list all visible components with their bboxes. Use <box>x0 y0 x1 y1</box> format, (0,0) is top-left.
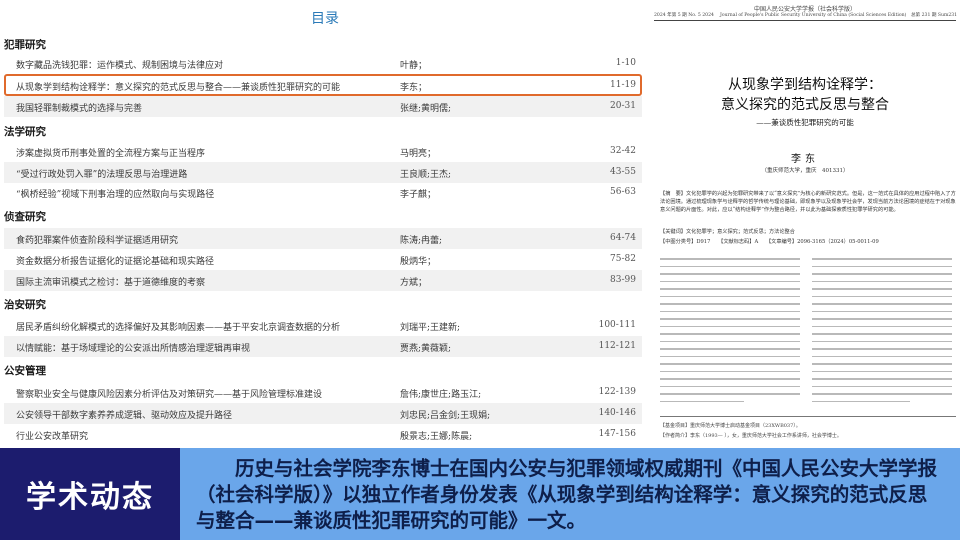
entry-title: 我国轻罪制裁模式的选择与完善 <box>16 104 143 114</box>
entry-pages: 64-74 <box>610 233 636 243</box>
section-heading: 犯罪研究 <box>4 39 46 51</box>
entry-title: “枫桥经验”视域下刑事治理的应然取向与实现路径 <box>16 190 215 200</box>
entry-title: 资金数据分析报告证据化的证据论基础和现实路径 <box>16 257 215 267</box>
toc-title: 目录 <box>311 11 339 27</box>
toc-entry[interactable]: 资金数据分析报告证据化的证据论基础和现实路径 殷炳华； 75-82 <box>4 249 642 270</box>
article-classification: 【中图分类号】D917 【文献标志码】A 【文章编号】2096-3165（202… <box>660 239 879 245</box>
entry-title: 涉案虚拟货币刑事处置的全流程方案与正当程序 <box>16 149 206 159</box>
entry-author: 贾燕;黄薇颖; <box>400 344 452 354</box>
entry-pages: 43-55 <box>610 167 636 177</box>
toc-entry[interactable]: 公安领导干部数字素养养成逻辑、驱动效应及提升路径 刘忠民;吕金剑;王现娟; 14… <box>4 403 642 424</box>
article-title-line-2: 意义探究的范式反思与整合 <box>721 97 889 113</box>
banner-label: 学术动态 <box>0 448 180 540</box>
toc-entry[interactable]: 食药犯罪案件侦查阶段科学证据适用研究 陈涛;冉蕾; 64-74 <box>4 228 642 249</box>
toc-entry[interactable]: “受过行政处罚入罪”的法理反思与治理进路 王良顺;王杰; 43-55 <box>4 162 642 183</box>
toc-entry[interactable]: 以情赋能：基于场域理论的公安派出所情感治理逻辑再审视 贾燕;黄薇颖; 112-1… <box>4 336 642 357</box>
entry-author: 陈涛;冉蕾; <box>400 236 443 246</box>
toc-entry[interactable]: 涉案虚拟货币刑事处置的全流程方案与正当程序 马明亮； 32-42 <box>4 141 642 162</box>
entry-pages: 56-63 <box>610 187 636 197</box>
toc-entry[interactable]: 我国轻罪制裁模式的选择与完善 张继;黄明儒; 20-31 <box>4 96 642 117</box>
entry-pages: 83-99 <box>610 275 636 285</box>
entry-title: 国际主流审讯模式之检讨：基于道德维度的考察 <box>16 278 206 288</box>
toc-entry[interactable]: 居民矛盾纠纷化解模式的选择偏好及其影响因素——基于平安北京调查数据的分析 刘瑞平… <box>4 315 642 336</box>
entry-author: 刘忠民;吕金剑;王现娟; <box>400 411 491 421</box>
entry-pages: 147-156 <box>598 429 636 439</box>
entry-title: 食药犯罪案件侦查阶段科学证据适用研究 <box>16 236 179 246</box>
banner-label-text: 学术动态 <box>26 480 154 515</box>
entry-author: 殷景志;王娜;陈晨; <box>400 432 473 442</box>
entry-author: 詹伟;康世庄;路玉江; <box>400 390 482 400</box>
entry-pages: 100-111 <box>598 320 636 330</box>
banner-description-text: 历史与社会学院李东博士在国内公安与犯罪领域权威期刊《中国人民公安大学学报（社会科… <box>196 457 938 532</box>
entry-pages: 122-139 <box>598 387 636 397</box>
entry-author: 叶静； <box>400 61 428 71</box>
body-text-column-right <box>812 258 952 413</box>
entry-pages: 112-121 <box>598 341 636 351</box>
body-text-column-left <box>660 258 800 413</box>
entry-title: 居民矛盾纠纷化解模式的选择偏好及其影响因素——基于平安北京调查数据的分析 <box>16 323 341 333</box>
entry-title: 行业公安改革研究 <box>16 432 89 442</box>
article-affiliation: （重庆师范大学，重庆 401331） <box>761 168 849 174</box>
toc-entry[interactable]: “枫桥经验”视域下刑事治理的应然取向与实现路径 李子麒； 56-63 <box>4 182 642 203</box>
toc-entry[interactable]: 数字藏品洗钱犯罪：运作模式、规制困境与法律应对 叶静； 1-10 <box>4 53 642 74</box>
article-keywords: 【关键词】文化犯罪学；意义探究；范式反思；方法论整合 <box>660 229 795 235</box>
header-divider <box>654 20 956 21</box>
section-heading: 法学研究 <box>4 126 46 138</box>
section-heading: 公安管理 <box>4 365 46 377</box>
entry-author: 方斌； <box>400 278 428 288</box>
entry-pages: 20-31 <box>610 101 636 111</box>
entry-author: 张继;黄明儒; <box>400 104 452 114</box>
section-heading: 治安研究 <box>4 299 46 311</box>
highlight-box <box>4 74 642 96</box>
article-author: 李东 <box>791 154 819 165</box>
article-title-line-1: 从现象学到结构诠释学： <box>728 77 882 93</box>
entry-author: 王良顺;王杰; <box>400 170 452 180</box>
entry-author: 殷炳华； <box>400 257 437 267</box>
banner-description: 历史与社会学院李东博士在国内公安与犯罪领域权威期刊《中国人民公安大学学报（社会科… <box>180 448 960 540</box>
entry-author: 马明亮； <box>400 149 437 159</box>
toc-entry[interactable]: 国际主流审讯模式之检讨：基于道德维度的考察 方斌； 83-99 <box>4 270 642 291</box>
toc-entry[interactable]: 警察职业安全与健康风险因素分析评估及对策研究——基于风险管理标准建设 詹伟;康世… <box>4 382 642 403</box>
entry-title: 以情赋能：基于场域理论的公安派出所情感治理逻辑再审视 <box>16 344 251 354</box>
article-first-page: 中国人民公安大学学报（社会科学版） 2024 年第 5 期 No. 5 2024… <box>650 0 960 448</box>
toc-entry[interactable]: 行业公安改革研究 殷景志;王娜;陈晨; 147-156 <box>4 424 642 445</box>
footnote-divider <box>660 416 956 417</box>
table-of-contents: 目录 犯罪研究 数字藏品洗钱犯罪：运作模式、规制困境与法律应对 叶静； 1-10… <box>0 0 650 448</box>
article-abstract: 【摘 要】文化犯罪学的兴起为犯罪研究带来了以“意义探究”为核心的新研究范式。但是… <box>660 191 956 213</box>
entry-pages: 1-10 <box>615 58 636 68</box>
entry-title: 警察职业安全与健康风险因素分析评估及对策研究——基于风险管理标准建设 <box>16 390 323 400</box>
entry-title: 数字藏品洗钱犯罪：运作模式、规制困境与法律应对 <box>16 61 224 71</box>
article-subtitle: ——兼谈质性犯罪研究的可能 <box>756 118 854 127</box>
entry-pages: 32-42 <box>610 146 636 156</box>
entry-author: 刘瑞平;王建新; <box>400 323 461 333</box>
author-note: 【作者简介】李东（1993— ），女，重庆师范大学社会工作系讲师，社会学博士。 <box>660 433 842 439</box>
section-heading: 侦查研究 <box>4 211 46 223</box>
entry-pages: 75-82 <box>610 254 636 264</box>
entry-title: “受过行政处罚入罪”的法理反思与治理进路 <box>16 170 188 180</box>
entry-author: 李子麒； <box>400 190 437 200</box>
entry-pages: 140-146 <box>598 408 636 418</box>
journal-issue-line: 2024 年第 5 期 No. 5 2024 Journal of People… <box>654 13 958 18</box>
entry-title: 公安领导干部数字素养养成逻辑、驱动效应及提升路径 <box>16 411 233 421</box>
fund-note: 【基金项目】重庆师范大学博士启动基金项目（23XWB037）。 <box>660 423 801 429</box>
